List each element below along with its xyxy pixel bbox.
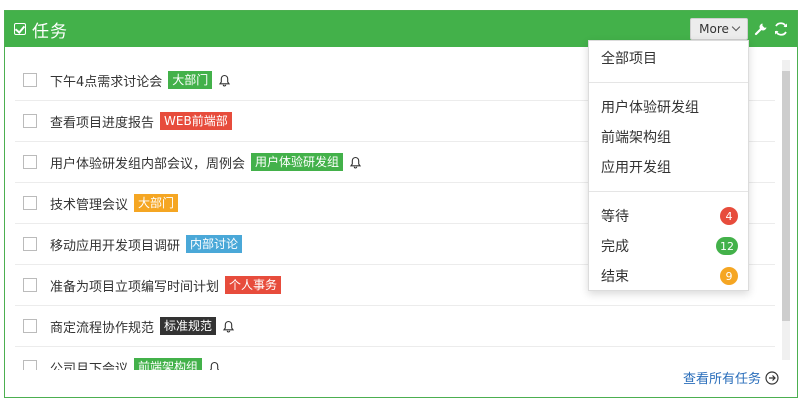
view-all-tasks-link[interactable]: 查看所有任务 — [683, 368, 779, 387]
task-title[interactable]: 查看项目进度报告 — [50, 112, 154, 131]
scrollbar-thumb[interactable] — [782, 71, 790, 321]
menu-item-group[interactable]: 应用开发组 — [589, 152, 748, 182]
menu-item-status-waiting[interactable]: 等待 4 — [589, 201, 748, 231]
menu-divider — [589, 191, 748, 192]
menu-item-label: 前端架构组 — [601, 130, 671, 146]
menu-item-label: 结束 — [601, 269, 629, 285]
more-button[interactable]: More — [690, 18, 748, 40]
task-checkbox[interactable] — [23, 73, 37, 87]
task-tag: 个人事务 — [225, 276, 282, 294]
task-tag: 标准规范 — [160, 317, 217, 335]
menu-item-status-ended[interactable]: 结束 9 — [589, 261, 748, 291]
count-badge: 12 — [716, 237, 738, 255]
task-checkbox[interactable] — [23, 360, 37, 370]
task-checkbox[interactable] — [23, 319, 37, 333]
menu-item-label: 等待 — [601, 209, 629, 225]
checkbox-icon — [14, 23, 26, 35]
bell-icon — [219, 74, 231, 86]
task-title[interactable]: 准备为项目立项编写时间计划 — [50, 276, 219, 295]
task-checkbox[interactable] — [23, 237, 37, 251]
task-checkbox[interactable] — [23, 196, 37, 210]
panel-title: 任务 — [32, 21, 68, 42]
task-tag: 前端架构组 — [134, 358, 203, 370]
menu-item-label: 用户体验研发组 — [601, 100, 699, 116]
menu-divider — [589, 82, 748, 83]
view-all-label: 查看所有任务 — [682, 372, 761, 387]
menu-item-label: 完成 — [601, 239, 629, 255]
task-title[interactable]: 商定流程协作规范 — [50, 317, 154, 336]
task-row[interactable]: 公司月下会议 前端架构组 — [15, 347, 775, 370]
menu-item-label: 应用开发组 — [601, 160, 671, 176]
arrow-right-circle-icon — [765, 370, 779, 385]
task-tag: 用户体验研发组 — [251, 153, 344, 171]
bell-icon — [349, 156, 362, 168]
menu-item-all-projects[interactable]: 全部项目 — [589, 43, 748, 73]
count-badge: 4 — [720, 207, 738, 225]
task-title[interactable]: 公司月下会议 — [50, 358, 128, 371]
menu-item-status-done[interactable]: 完成 12 — [589, 231, 748, 261]
task-tag: 内部讨论 — [186, 235, 243, 253]
task-checkbox[interactable] — [23, 114, 37, 128]
menu-item-group[interactable]: 用户体验研发组 — [589, 92, 748, 122]
menu-item-label: 全部项目 — [601, 51, 657, 67]
task-checkbox[interactable] — [23, 155, 37, 169]
wrench-icon[interactable] — [753, 21, 769, 37]
count-badge: 9 — [720, 267, 738, 285]
task-row[interactable]: 商定流程协作规范 标准规范 — [15, 306, 775, 347]
task-title[interactable]: 移动应用开发项目调研 — [50, 235, 180, 254]
bell-icon — [209, 361, 220, 370]
more-dropdown-menu: 全部项目 用户体验研发组 前端架构组 应用开发组 等待 4 完成 12 结束 9 — [588, 40, 749, 291]
task-tag: WEB前端部 — [160, 112, 232, 130]
task-tag: 大部门 — [134, 194, 179, 212]
chevron-down-icon — [731, 22, 741, 32]
task-title[interactable]: 用户体验研发组内部会议，周例会 — [50, 153, 245, 172]
task-tag: 大部门 — [168, 71, 213, 89]
task-checkbox[interactable] — [23, 278, 37, 292]
menu-item-group[interactable]: 前端架构组 — [589, 122, 748, 152]
more-button-label: More — [699, 22, 729, 36]
task-title[interactable]: 技术管理会议 — [50, 194, 128, 213]
refresh-icon[interactable] — [773, 21, 789, 37]
task-title[interactable]: 下午4点需求讨论会 — [50, 71, 162, 90]
bell-icon — [222, 320, 235, 332]
